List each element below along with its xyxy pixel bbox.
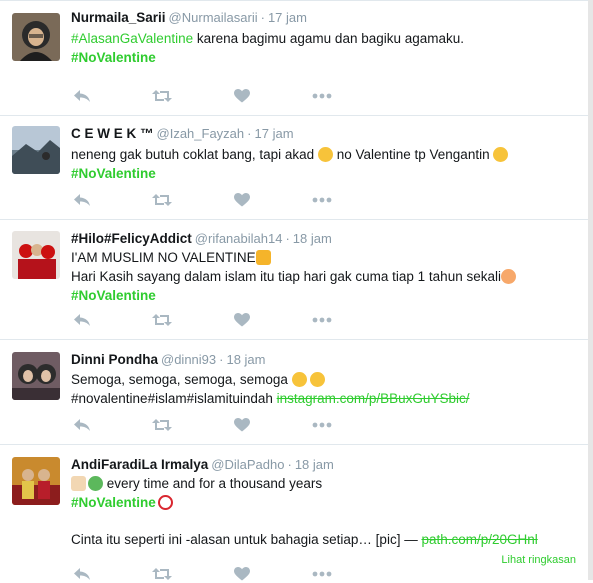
prohibited-icon bbox=[157, 495, 173, 510]
retweet-button[interactable] bbox=[151, 565, 173, 583]
reply-button[interactable] bbox=[71, 87, 93, 105]
instagram-link[interactable]: instagram.com/p/BBuxGuYSbic/ bbox=[277, 391, 470, 406]
praying-hands-icon bbox=[71, 476, 86, 491]
user-handle[interactable]: @Nurmailasarii bbox=[169, 10, 258, 25]
tweet-time[interactable]: 18 jam bbox=[226, 352, 265, 367]
heart-icon bbox=[234, 313, 250, 327]
green-heart-icon bbox=[88, 476, 103, 491]
user-handle[interactable]: @DilaPadho bbox=[211, 457, 284, 472]
tweet-text: Semoga, semoga, semoga, semoga bbox=[71, 372, 292, 387]
like-button[interactable] bbox=[231, 191, 253, 209]
retweet-button[interactable] bbox=[151, 311, 173, 329]
retweet-button[interactable] bbox=[151, 191, 173, 209]
tweet-text: Cinta itu seperti ini -alasan untuk baha… bbox=[71, 532, 422, 547]
more-button[interactable] bbox=[311, 416, 333, 434]
retweet-icon bbox=[152, 567, 172, 581]
heart-icon bbox=[234, 193, 250, 207]
grinning-emoji-icon bbox=[317, 147, 333, 162]
more-icon bbox=[312, 93, 332, 99]
user-name[interactable]: Nurmaila_Sarii bbox=[71, 10, 166, 25]
retweet-icon bbox=[152, 418, 172, 432]
tweet-text: neneng gak butuh coklat bang, tapi akad bbox=[71, 147, 318, 162]
tweet-timeline: Nurmaila_Sarii @Nurmailasarii · 17 jam #Ala… bbox=[0, 0, 588, 583]
more-icon bbox=[312, 317, 332, 323]
hashtag-text[interactable]: #novalentine#islam#islamituindah bbox=[71, 391, 277, 406]
avatar[interactable] bbox=[12, 126, 60, 174]
hashtag-link[interactable]: #NoValentine bbox=[71, 166, 156, 181]
reply-icon bbox=[73, 418, 91, 432]
more-icon bbox=[312, 571, 332, 577]
separator: · bbox=[247, 126, 252, 141]
tweet[interactable]: Dinni Pondha @dinni93 · 18 jam Semoga, semo… bbox=[0, 340, 588, 445]
tweet[interactable]: C E W E K ™ @Izah_Fayzah · 17 jam neneng ga… bbox=[0, 115, 588, 220]
path-link[interactable]: path.com/p/20GHnl bbox=[421, 532, 537, 547]
user-name[interactable]: #Hilo#FelicyAddict bbox=[71, 231, 192, 246]
reply-icon bbox=[73, 567, 91, 581]
more-icon bbox=[312, 422, 332, 428]
retweet-icon bbox=[152, 313, 172, 327]
avatar[interactable] bbox=[12, 457, 60, 505]
retweet-button[interactable] bbox=[151, 87, 173, 105]
tweet-time[interactable]: 17 jam bbox=[268, 10, 307, 25]
retweet-button[interactable] bbox=[151, 416, 173, 434]
more-button[interactable] bbox=[311, 191, 333, 209]
tweet[interactable]: #Hilo#FelicyAddict @rifanabilah14 · 18 jam … bbox=[0, 220, 588, 340]
grimacing-emoji-icon bbox=[493, 147, 509, 162]
separator: · bbox=[260, 10, 265, 25]
user-name[interactable]: C E W E K ™ bbox=[71, 126, 154, 141]
more-button[interactable] bbox=[311, 311, 333, 329]
thumbs-up-icon bbox=[255, 250, 271, 265]
reply-button[interactable] bbox=[71, 565, 93, 583]
grimacing-emoji-icon bbox=[291, 372, 307, 387]
separator: · bbox=[219, 352, 224, 367]
tweet-text: every time and for a thousand years bbox=[103, 476, 323, 491]
tweet-text: I'AM MUSLIM NO VALENTINE bbox=[71, 250, 256, 265]
scrollbar[interactable] bbox=[588, 0, 593, 580]
avatar[interactable] bbox=[12, 231, 60, 279]
more-icon bbox=[312, 197, 332, 203]
retweet-icon bbox=[152, 89, 172, 103]
user-handle[interactable]: @Izah_Fayzah bbox=[157, 126, 245, 141]
show-summary-link[interactable]: Lihat ringkasan bbox=[501, 554, 576, 566]
smiling-emoji-icon bbox=[500, 269, 516, 284]
tweet-time[interactable]: 17 jam bbox=[255, 126, 294, 141]
like-button[interactable] bbox=[231, 311, 253, 329]
reply-button[interactable] bbox=[71, 191, 93, 209]
user-handle[interactable]: @rifanabilah14 bbox=[195, 231, 283, 246]
avatar[interactable] bbox=[12, 352, 60, 400]
more-button[interactable] bbox=[311, 565, 333, 583]
tweet-time[interactable]: 18 jam bbox=[295, 457, 334, 472]
user-name[interactable]: AndiFaradiLa Irmalya bbox=[71, 457, 208, 472]
hashtag-link[interactable]: #NoValentine bbox=[71, 50, 156, 65]
tweet-text: no Valentine tp Vengantin bbox=[332, 147, 494, 162]
separator: · bbox=[287, 457, 292, 472]
hashtag-link[interactable]: #NoValentine bbox=[71, 288, 156, 303]
tweet-text: Hari Kasih sayang dalam islam itu tiap h… bbox=[71, 269, 501, 284]
winking-emoji-icon bbox=[310, 372, 326, 387]
reply-button[interactable] bbox=[71, 311, 93, 329]
reply-icon bbox=[73, 313, 91, 327]
heart-icon bbox=[234, 567, 250, 581]
more-button[interactable] bbox=[311, 87, 333, 105]
tweet[interactable]: AndiFaradiLa Irmalya @DilaPadho · 18 jam ev… bbox=[0, 445, 588, 583]
heart-icon bbox=[234, 418, 250, 432]
avatar[interactable] bbox=[12, 13, 60, 61]
like-button[interactable] bbox=[231, 416, 253, 434]
tweet-text: karena bagimu agamu dan bagiku agamaku. bbox=[193, 31, 465, 46]
tweet-time[interactable]: 18 jam bbox=[293, 231, 332, 246]
tweet[interactable]: Nurmaila_Sarii @Nurmailasarii · 17 jam #Ala… bbox=[0, 0, 588, 116]
separator: · bbox=[285, 231, 290, 246]
retweet-icon bbox=[152, 193, 172, 207]
hashtag-link[interactable]: #NoValentine bbox=[71, 495, 156, 510]
reply-button[interactable] bbox=[71, 416, 93, 434]
user-handle[interactable]: @dinni93 bbox=[161, 352, 216, 367]
hashtag-link[interactable]: #AlasanGaValentine bbox=[71, 31, 193, 46]
like-button[interactable] bbox=[231, 87, 253, 105]
user-name[interactable]: Dinni Pondha bbox=[71, 352, 158, 367]
reply-icon bbox=[73, 89, 91, 103]
like-button[interactable] bbox=[231, 565, 253, 583]
heart-icon bbox=[234, 89, 250, 103]
reply-icon bbox=[73, 193, 91, 207]
